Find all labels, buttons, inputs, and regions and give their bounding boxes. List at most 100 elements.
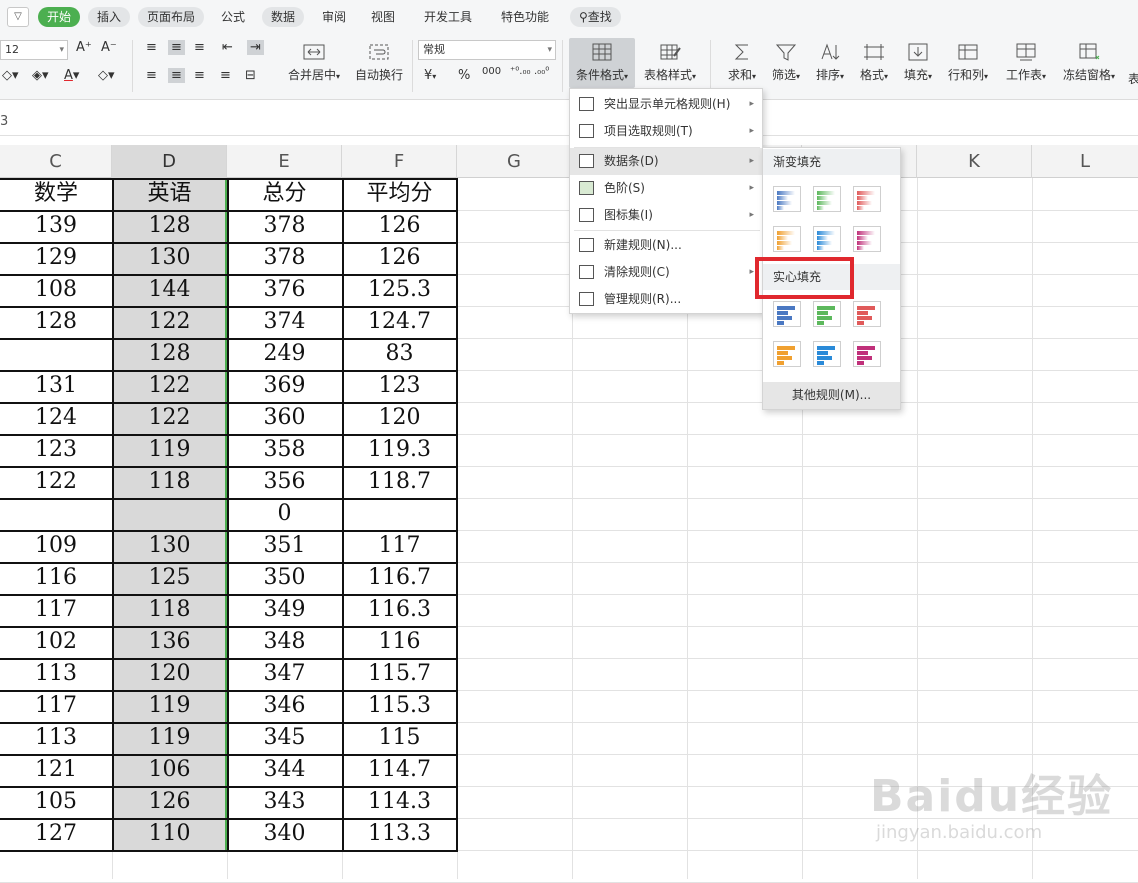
table-cell[interactable]: 130 [112,530,227,562]
table-cell[interactable]: 115 [342,722,457,754]
table-cell[interactable]: 119 [112,434,227,466]
table-cell[interactable]: 126 [112,786,227,818]
col-header-e[interactable]: E [227,145,342,178]
table-cell[interactable]: 358 [227,434,342,466]
table-cell[interactable]: 122 [112,370,227,402]
menu-item-top-bottom-rules[interactable]: 项目选取规则(T) ▸ [570,118,762,145]
col-header-k[interactable]: K [917,145,1032,178]
table-cell[interactable]: 127 [0,818,112,850]
header-cell-c[interactable]: 数学 [0,178,112,210]
align-middle-icon[interactable]: ≡ [168,40,185,55]
search-button[interactable]: ⚲查找 [570,7,621,27]
wrap-text-button[interactable]: 自动换行 [352,42,406,83]
table-cell[interactable]: 114.3 [342,786,457,818]
decrease-font-icon[interactable]: A⁻ [101,40,117,55]
table-cell[interactable]: 124 [0,402,112,434]
justify-icon[interactable]: ≡ [220,68,231,83]
table-cell[interactable]: 126 [342,210,457,242]
table-cell[interactable]: 83 [342,338,457,370]
sort-button[interactable]: 排序▾ [812,42,848,83]
table-cell[interactable]: 113.3 [342,818,457,850]
indent-increase-icon[interactable]: ⇥ [247,40,264,55]
align-center-icon[interactable]: ≡ [168,68,185,83]
currency-button[interactable]: ¥▾ [424,68,436,83]
table-cell[interactable]: 102 [0,626,112,658]
table-cell[interactable]: 113 [0,722,112,754]
align-left-icon[interactable]: ≡ [146,68,157,83]
table-cell[interactable]: 117 [342,530,457,562]
table-cell[interactable]: 119.3 [342,434,457,466]
table-cell[interactable]: 116.3 [342,594,457,626]
table-cell[interactable]: 115.7 [342,658,457,690]
table-cell[interactable]: 119 [112,722,227,754]
table-cell[interactable]: 108 [0,274,112,306]
header-cell-d[interactable]: 英语 [112,178,227,210]
fill-color-icon[interactable]: ◈▾ [32,68,49,83]
fill-button[interactable]: 填充▾ [900,42,936,83]
table-cell[interactable]: 0 [227,498,342,530]
solid-data-bar-swatch[interactable] [853,301,881,327]
table-cell[interactable]: 114.7 [342,754,457,786]
table-cell[interactable]: 123 [0,434,112,466]
table-cell[interactable] [342,498,457,530]
table-cell[interactable]: 356 [227,466,342,498]
tab-developer[interactable]: 开发工具 [415,7,481,27]
tab-data[interactable]: 数据 [262,7,305,27]
table-cell[interactable]: 144 [112,274,227,306]
table-cell[interactable]: 125 [112,562,227,594]
percent-button[interactable]: % [458,68,470,83]
sum-button[interactable]: 求和▾ [724,42,760,83]
indent-decrease-icon[interactable]: ⇤ [222,40,233,55]
tab-home[interactable]: 开始 [38,7,81,27]
table-cell[interactable]: 374 [227,306,342,338]
table-cell[interactable]: 124.7 [342,306,457,338]
col-header-l[interactable]: L [1032,145,1138,178]
table-cell[interactable]: 343 [227,786,342,818]
table-cell[interactable]: 126 [342,242,457,274]
table-cell[interactable]: 116 [0,562,112,594]
tab-page-layout[interactable]: 页面布局 [138,7,205,27]
tab-special[interactable]: 特色功能 [492,7,558,27]
merge-center-button[interactable]: 合并居中▾ [284,42,344,83]
header-cell-f[interactable]: 平均分 [342,178,457,210]
table-cell[interactable]: 116 [342,626,457,658]
table-cell[interactable]: 350 [227,562,342,594]
table-cell[interactable]: 125.3 [342,274,457,306]
font-size-select[interactable]: 12 [0,40,68,60]
table-cell[interactable]: 115.3 [342,690,457,722]
col-header-c[interactable]: C [0,145,112,178]
table-cell[interactable]: 376 [227,274,342,306]
freeze-panes-button[interactable]: 冻结窗格▾ [1058,42,1120,83]
table-cell[interactable]: 123 [342,370,457,402]
thousands-button[interactable]: 000 [482,66,501,77]
table-cell[interactable]: 346 [227,690,342,722]
table-cell[interactable]: 128 [112,210,227,242]
menu-item-new-rule[interactable]: 新建规则(N)... [570,232,762,259]
table-cell[interactable] [0,338,112,370]
table-cell[interactable]: 105 [0,786,112,818]
solid-data-bar-swatch[interactable] [773,341,801,367]
tab-formula[interactable]: 公式 [212,7,254,27]
table-cell[interactable]: 117 [0,690,112,722]
menu-item-clear-rules[interactable]: 清除规则(C) ▸ [570,259,762,286]
table-cell[interactable]: 129 [0,242,112,274]
solid-data-bar-swatch[interactable] [853,341,881,367]
table-cell[interactable]: 118 [112,466,227,498]
menu-item-data-bars[interactable]: 数据条(D) ▸ [570,148,762,175]
gradient-data-bar-swatch[interactable] [773,186,801,212]
table-cell[interactable]: 106 [112,754,227,786]
table-cell[interactable]: 139 [0,210,112,242]
table-cell[interactable]: 120 [112,658,227,690]
table-cell[interactable]: 369 [227,370,342,402]
clear-format-icon[interactable]: ◇▾ [98,68,115,83]
gradient-data-bar-swatch[interactable] [773,226,801,252]
number-format-select[interactable]: 常规 [418,40,556,60]
table-cell[interactable]: 122 [112,306,227,338]
solid-data-bar-swatch[interactable] [813,301,841,327]
table-cell[interactable]: 348 [227,626,342,658]
header-cell-e[interactable]: 总分 [227,178,342,210]
worksheet-button[interactable]: 工作表▾ [1002,42,1050,83]
table-cell[interactable]: 128 [112,338,227,370]
menu-item-icon-sets[interactable]: 图标集(I) ▸ [570,202,762,229]
table-cell[interactable] [0,498,112,530]
